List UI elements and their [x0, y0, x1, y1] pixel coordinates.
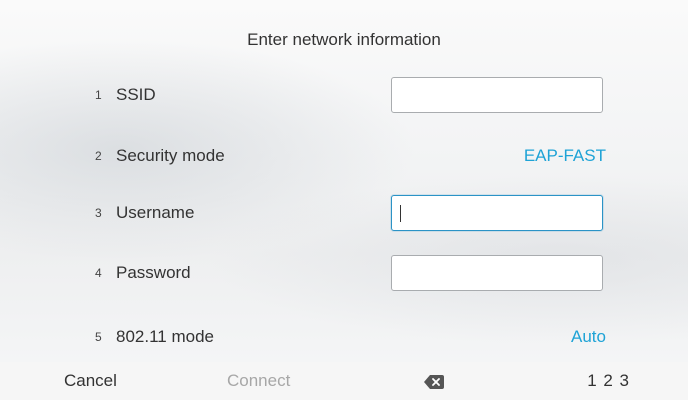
- password-input[interactable]: [391, 255, 603, 291]
- field-row-password: 4 Password: [0, 253, 688, 293]
- backspace-icon-graphic: [424, 375, 444, 389]
- field-label-ssid: SSID: [116, 85, 156, 104]
- field-number: 2: [95, 149, 102, 163]
- field-row-ssid: 1 SSID: [0, 75, 688, 115]
- numeric-keyboard-button[interactable]: 1 2 3: [587, 371, 630, 391]
- security-mode-select[interactable]: EAP-FAST: [524, 146, 606, 166]
- page-title: Enter network information: [247, 30, 441, 49]
- field-row-security-mode: 2 Security mode EAP-FAST: [0, 136, 688, 176]
- field-label-80211-mode: 802.11 mode: [116, 327, 214, 346]
- field-row-80211-mode: 5 802.11 mode Auto: [0, 317, 688, 357]
- cancel-button[interactable]: Cancel: [64, 371, 117, 391]
- backspace-icon[interactable]: [424, 374, 444, 389]
- field-row-username: 3 Username: [0, 193, 688, 233]
- background: [0, 0, 688, 362]
- field-label-security-mode: Security mode: [116, 146, 225, 165]
- field-number: 4: [95, 266, 102, 280]
- field-label-password: Password: [116, 263, 191, 282]
- ssid-input[interactable]: [391, 77, 603, 113]
- text-caret: [400, 205, 401, 222]
- bottom-bar: Cancel Connect 1 2 3: [0, 362, 688, 400]
- field-label-username: Username: [116, 203, 195, 222]
- 80211-mode-select[interactable]: Auto: [571, 327, 606, 347]
- field-number: 5: [95, 330, 102, 344]
- field-number: 1: [95, 88, 102, 102]
- username-input[interactable]: [391, 195, 603, 231]
- field-number: 3: [95, 206, 102, 220]
- connect-button[interactable]: Connect: [227, 371, 290, 391]
